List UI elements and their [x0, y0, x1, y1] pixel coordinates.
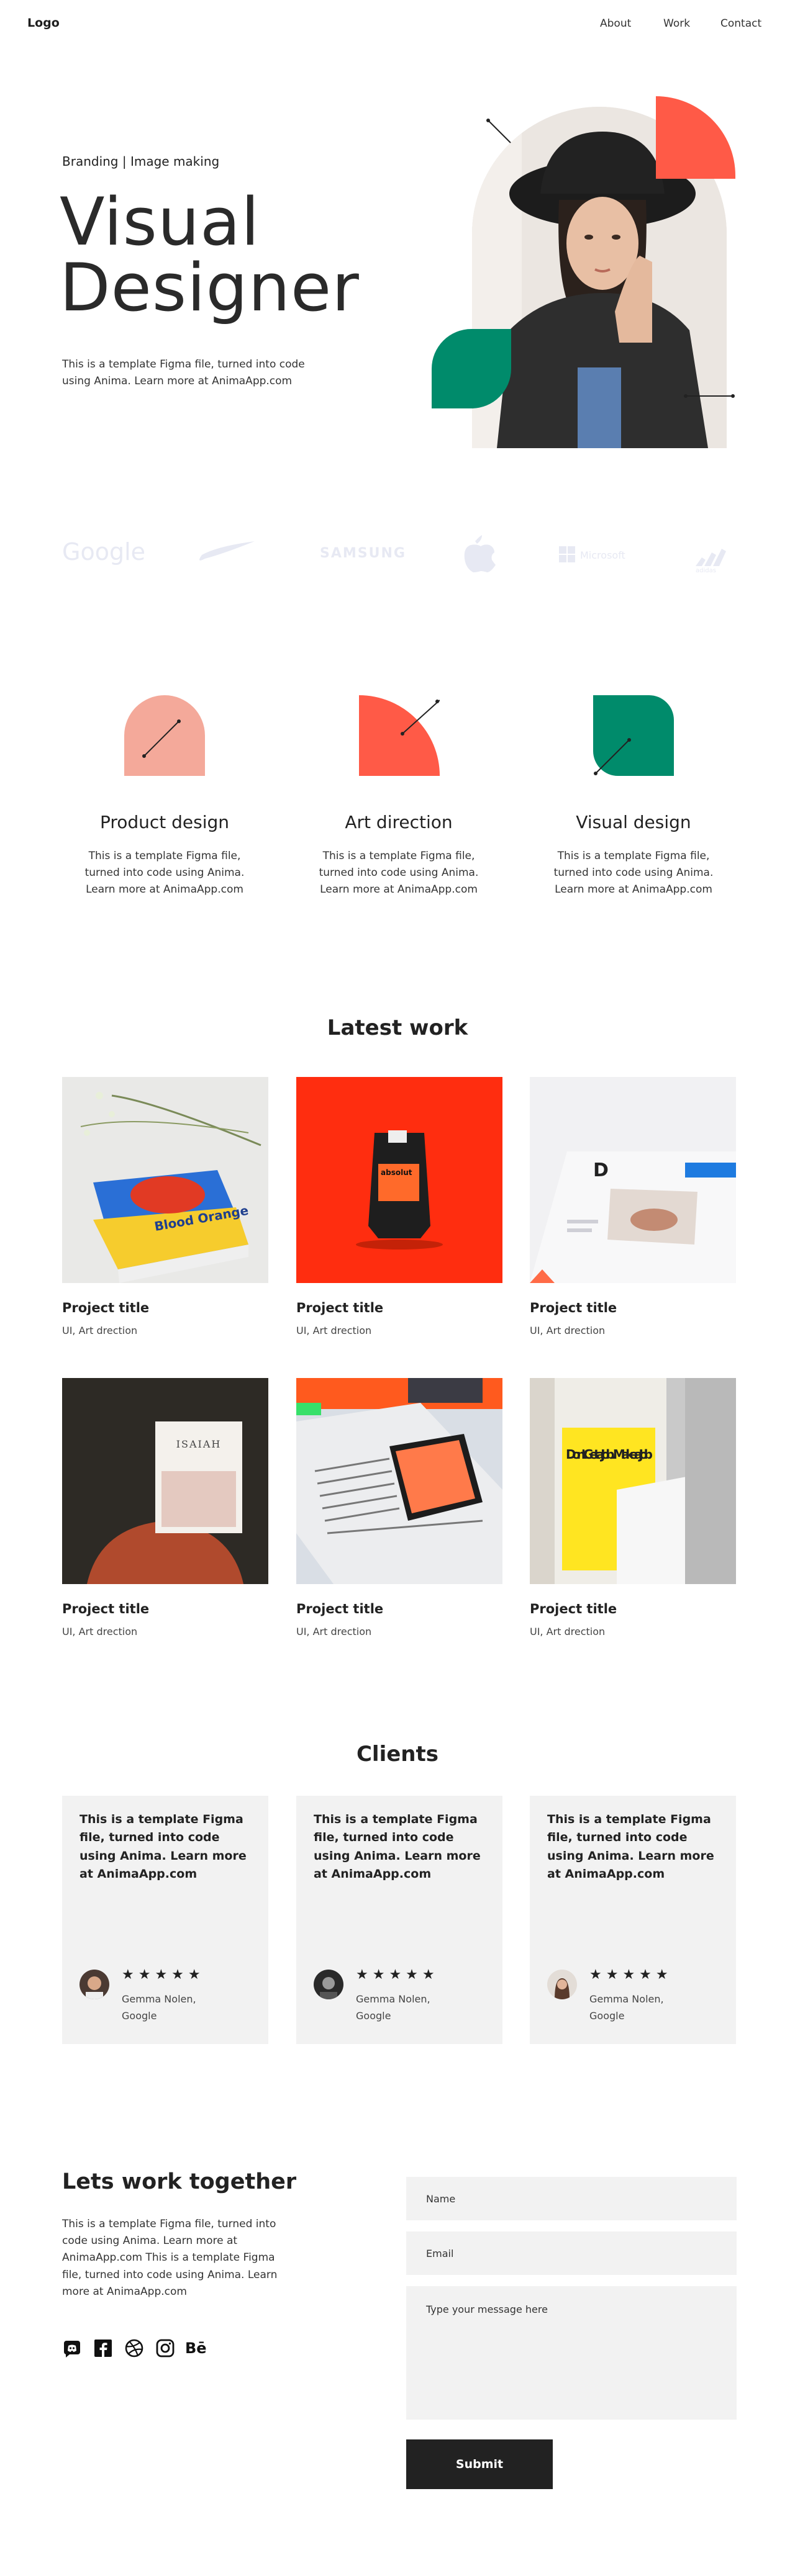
dribbble-icon[interactable] — [124, 2338, 144, 2358]
brand-logo-adidas-text: adidas — [696, 567, 716, 574]
hero-title-line2: Designer — [60, 250, 360, 326]
service-icon-product-design — [124, 695, 205, 776]
client-name-text: Gemma Nolen, — [122, 1993, 196, 2005]
project-tags: UI, Art drection — [296, 1325, 372, 1336]
project-image[interactable]: D — [530, 1077, 736, 1283]
nav-link-contact[interactable]: Contact — [720, 17, 761, 30]
facebook-icon[interactable] — [93, 2338, 113, 2358]
testimonial-card: This is a template Figma file, turned in… — [296, 1796, 502, 2044]
service-description: This is a template Figma file, turned in… — [553, 850, 714, 896]
testimonial-quote: This is a template Figma file, turned in… — [314, 1813, 481, 1881]
message-field[interactable] — [406, 2286, 737, 2420]
project-title[interactable]: Project title — [62, 1601, 149, 1616]
project-title[interactable]: Project title — [530, 1601, 617, 1616]
brand-logo-google: Google — [62, 538, 145, 565]
email-field[interactable] — [406, 2231, 737, 2275]
client-name-text: Gemma Nolen, — [356, 1993, 430, 2005]
discord-icon[interactable] — [62, 2338, 82, 2358]
hero-title: Visual Designer — [60, 189, 407, 321]
hero-kicker: Branding | Image making — [62, 154, 220, 169]
project-image-text: ISAIAH — [176, 1438, 222, 1450]
latest-work-title: Latest work — [327, 1016, 468, 1040]
rating-stars: ★★★★★ — [122, 1967, 205, 1983]
avatar — [547, 1970, 577, 1999]
testimonial-card: This is a template Figma file, turned in… — [62, 1796, 268, 2044]
brand-logo-nike — [199, 541, 255, 561]
project-image-text: D — [593, 1160, 609, 1181]
service-description: This is a template Figma file, turned in… — [84, 850, 245, 896]
project-tags: UI, Art drection — [296, 1626, 372, 1637]
behance-icon[interactable]: Bē — [185, 2338, 212, 2358]
service-title: Product design — [99, 812, 230, 832]
contact-title: Lets work together — [62, 2169, 297, 2194]
svg-text:Microsoft: Microsoft — [580, 549, 625, 561]
avatar — [80, 1970, 109, 1999]
service-icon-art-direction — [359, 695, 440, 776]
nav-link-work[interactable]: Work — [663, 17, 690, 30]
brand-logo-microsoft: Microsoft — [559, 546, 625, 562]
client-company: Google — [356, 2010, 391, 2022]
project-image[interactable]: ISAIAH — [62, 1378, 268, 1584]
client-company: Google — [122, 2010, 157, 2022]
submit-button[interactable]: Submit — [406, 2439, 553, 2489]
name-field[interactable] — [406, 2177, 737, 2220]
horizontal-arrow-icon — [684, 394, 735, 398]
project-image[interactable] — [296, 1378, 502, 1584]
hero-description: This is a template Figma file, turned in… — [62, 358, 305, 388]
contact-description: This is a template Figma file, turned in… — [62, 2218, 278, 2298]
nav-link-about[interactable]: About — [600, 17, 631, 30]
rating-stars: ★★★★★ — [589, 1967, 673, 1983]
client-company: Google — [589, 2010, 625, 2022]
project-tags: UI, Art drection — [62, 1626, 138, 1637]
logo[interactable]: Logo — [27, 16, 60, 30]
project-image-text: absolut — [381, 1168, 412, 1177]
project-image[interactable]: absolut — [296, 1077, 502, 1283]
project-title[interactable]: Project title — [296, 1300, 383, 1315]
service-title: Art direction — [345, 812, 453, 832]
project-tags: UI, Art drection — [530, 1325, 606, 1336]
service-icon-visual-design — [593, 695, 674, 776]
project-image[interactable]: Don't Get a Job... Make a Job — [530, 1378, 736, 1584]
client-name-text: Gemma Nolen, — [589, 1993, 664, 2005]
project-image[interactable]: Blood Orange — [62, 1077, 268, 1283]
project-title[interactable]: Project title — [62, 1300, 149, 1315]
clients-title: Clients — [356, 1742, 438, 1767]
testimonial-card: This is a template Figma file, turned in… — [530, 1796, 736, 2044]
instagram-icon[interactable] — [155, 2338, 175, 2358]
avatar — [314, 1970, 343, 1999]
project-tags: UI, Art drection — [530, 1626, 606, 1637]
project-title[interactable]: Project title — [530, 1300, 617, 1315]
testimonial-quote: This is a template Figma file, turned in… — [547, 1813, 714, 1881]
project-title[interactable]: Project title — [296, 1601, 383, 1616]
client-name: Gemma Nolen, Google — [589, 1991, 714, 2024]
service-title: Visual design — [576, 812, 691, 832]
brand-logo-samsung: SAMSUNG — [320, 546, 406, 561]
client-name: Gemma Nolen, Google — [356, 1991, 480, 2024]
service-description: This is a template Figma file, turned in… — [319, 850, 479, 896]
red-quarter-circle-shape — [656, 96, 735, 179]
brand-logo-adidas — [696, 549, 726, 566]
client-logos-row: Google SAMSUNG Microsoft adidas — [62, 535, 726, 574]
hero-title-line1: Visual — [60, 184, 260, 260]
rating-stars: ★★★★★ — [356, 1967, 439, 1983]
project-tags: UI, Art drection — [62, 1325, 138, 1336]
brand-logo-apple — [464, 535, 496, 572]
testimonial-quote: This is a template Figma file, turned in… — [80, 1813, 247, 1881]
green-leaf-shape — [432, 329, 511, 408]
project-image-text: Don't Get a Job... Make a Job — [566, 1447, 653, 1462]
client-name: Gemma Nolen, Google — [122, 1991, 246, 2024]
